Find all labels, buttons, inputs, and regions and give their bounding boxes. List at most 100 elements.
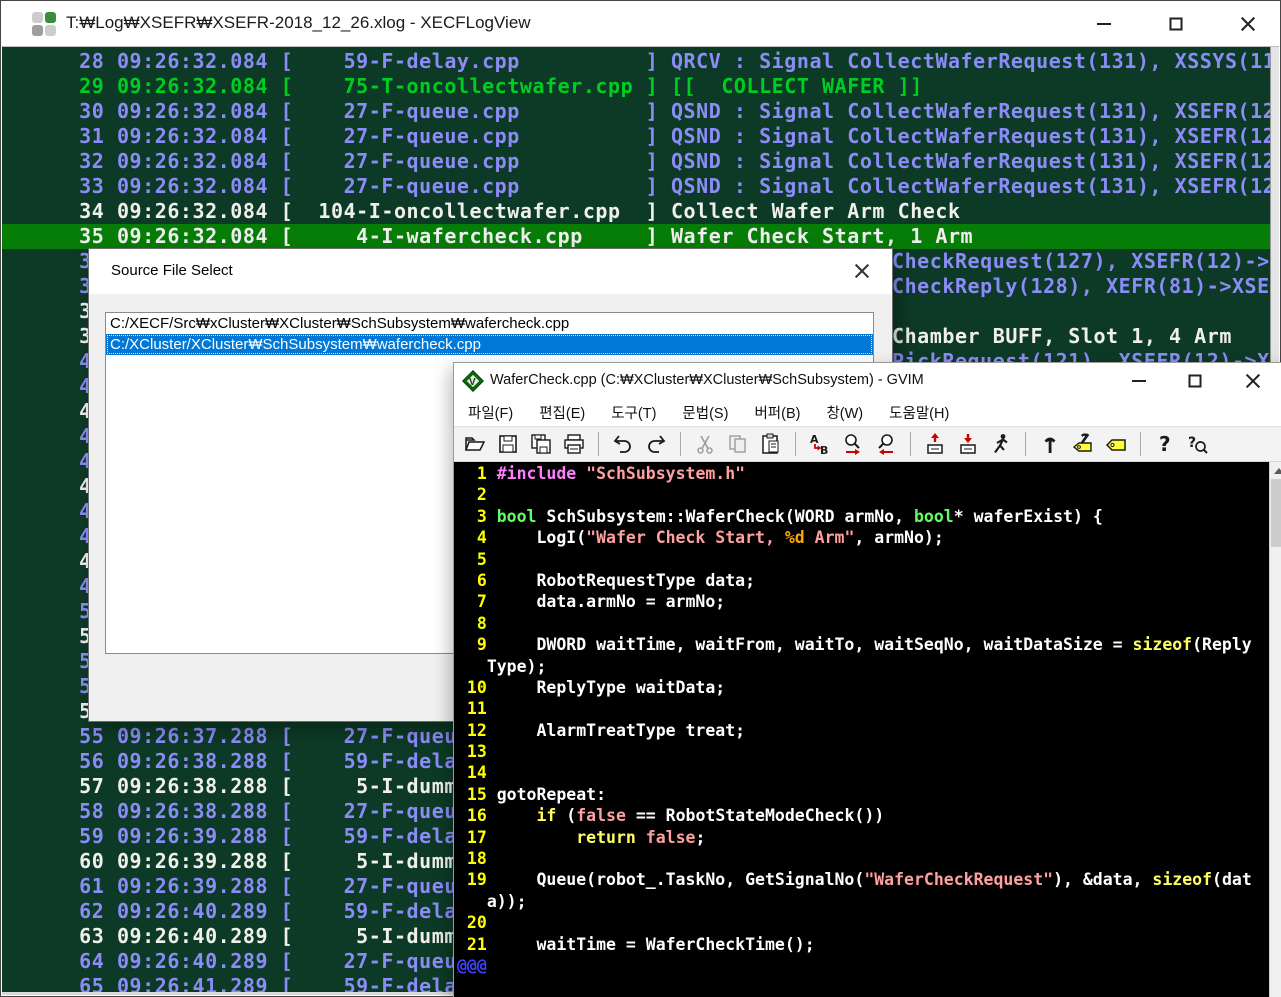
log-row-31[interactable]: 31 09:26:32.084 [ 27-F-queue.cpp ] QSND … [2,124,1270,149]
code-token: return [576,828,636,847]
code-token: RobotRequestType data; [497,571,755,590]
log-row-28[interactable]: 28 09:26:32.084 [ 59-F-delay.cpp ] QRCV … [2,49,1270,74]
line-number: 2 [457,485,497,504]
line-number: 17 [457,828,497,847]
line-number: 3 [457,507,497,526]
replace-icon: AB [808,432,832,456]
toolbar-button-replace[interactable]: AB [807,431,833,457]
toolbar-button-open[interactable] [462,431,488,457]
make-icon [1038,432,1062,456]
scroll-up-arrow-icon[interactable] [1270,462,1281,479]
code-line: 10 ReplyType waitData; [457,677,1268,698]
toolbar-separator [1025,432,1026,456]
line-number: 13 [457,742,497,761]
toolbar-button-find-prev[interactable] [873,431,899,457]
log-row-32[interactable]: 32 09:26:32.084 [ 27-F-queue.cpp ] QSND … [2,149,1270,174]
find-help-icon: ? [1186,432,1210,456]
gvim-menu-item-5[interactable]: 버퍼(B) [754,402,800,423]
log-row-text: 33 09:26:32.084 [ 27-F-queue.cpp ] QSND … [54,174,1270,199]
gvim-menu-item-7[interactable]: 도움말(H) [889,402,949,423]
log-row-text: 4 [54,399,92,424]
code-token: sizeof [1152,870,1212,889]
code-token: ; [695,828,705,847]
code-line: 21 waitTime = WaferCheckTime(); [457,934,1268,955]
toolbar-button-find-help[interactable]: ? [1185,431,1211,457]
toolbar-button-undo[interactable] [610,431,636,457]
code-token: AlarmTreatType treat; [497,721,745,740]
code-token: (Reply [1192,635,1252,654]
toolbar-button-copy[interactable] [725,431,751,457]
log-row-text: 32 09:26:32.084 [ 27-F-queue.cpp ] QSND … [54,149,1270,174]
toolbar-button-print[interactable] [561,431,587,457]
toolbar-separator [680,432,681,456]
toolbar-button-find-next[interactable] [840,431,866,457]
toolbar-button-redo[interactable] [643,431,669,457]
toolbar-button-save-all[interactable] [528,431,554,457]
toolbar-button-save[interactable] [495,431,521,457]
code-token [576,464,586,483]
toolbar-button-session-load[interactable] [922,431,948,457]
build-tags-icon [1071,432,1095,456]
log-row-34[interactable]: 34 09:26:32.084 [ 104-I-oncollectwafer.c… [2,199,1270,224]
undo-icon [611,432,635,456]
log-row-29[interactable]: 29 09:26:32.084 [ 75-T-oncollectwafer.cp… [2,74,1270,99]
toolbar-button-help[interactable]: ? [1152,431,1178,457]
file-list-item-2[interactable]: C:/XCluster/XCluster₩SchSubsystem₩waferc… [106,334,873,355]
code-line: 13 [457,741,1268,762]
code-token [497,828,576,847]
scrollbar-thumb[interactable] [1271,479,1281,547]
code-token: waitTime = WaferCheckTime(); [497,935,815,954]
toolbar-button-build-tags[interactable] [1070,431,1096,457]
toolbar-button-make[interactable] [1037,431,1063,457]
log-row-text: 4 [54,499,92,524]
logview-maximize-button[interactable] [1153,9,1199,39]
logview-minimize-button[interactable] [1081,9,1127,39]
dialog-close-button[interactable] [842,256,882,286]
file-list-item-1[interactable]: C:/XECF/Src₩xCluster₩XCluster₩SchSubsyst… [106,313,873,334]
toolbar-button-paste[interactable] [758,431,784,457]
gvim-maximize-button[interactable] [1172,366,1218,396]
code-line: 12 AlarmTreatType treat; [457,720,1268,741]
log-row-text: 57 09:26:38.288 [ 5-I-dummy [54,774,470,799]
code-token: false [646,828,696,847]
gvim-minimize-button[interactable] [1116,366,1162,396]
line-number: 7 [457,592,497,611]
toolbar-button-run-script[interactable] [988,431,1014,457]
log-row-33[interactable]: 33 09:26:32.084 [ 27-F-queue.cpp ] QSND … [2,174,1270,199]
logview-titlebar[interactable]: T:₩Log₩XSEFR₩XSEFR-2018_12_26.xlog - XEC… [2,1,1279,47]
gvim-menu-item-6[interactable]: 창(W) [826,402,863,423]
line-number: 20 [457,913,497,932]
gvim-close-button[interactable] [1230,366,1276,396]
code-line: a)); [457,891,1268,912]
code-token: "Wafer Check Start, [586,528,785,547]
gvim-menu-item-3[interactable]: 도구(T) [611,402,656,423]
gvim-menu-item-2[interactable]: 편집(E) [539,402,585,423]
log-row-text: 4 [54,449,92,474]
log-row-35[interactable]: 35 09:26:32.084 [ 4-I-wafercheck.cpp ] W… [2,224,1270,249]
minimize-icon [1097,23,1111,25]
gvim-titlebar[interactable]: V WaferCheck.cpp (C:₩XCluster₩XCluster₩S… [454,363,1281,399]
code-token: data.armNo = armNo; [497,592,725,611]
session-load-icon [923,432,947,456]
log-row-text: 3 [54,299,92,324]
gvim-code: 1 #include "SchSubsystem.h" 2 3 bool Sch… [457,463,1268,997]
log-row-text: 63 09:26:40.289 [ 5-I-dummy [54,924,470,949]
dialog-titlebar[interactable]: Source File Select [89,249,892,294]
log-row-text: 55 09:26:37.288 [ 27-F-queue [54,724,470,749]
save-icon [496,432,520,456]
gvim-menu-item-1[interactable]: 파일(F) [468,402,513,423]
toolbar-button-tag-jump[interactable] [1103,431,1129,457]
code-line: 19 Queue(robot_.TaskNo, GetSignalNo("Waf… [457,869,1268,890]
close-icon [854,263,870,279]
toolbar-button-cut[interactable] [692,431,718,457]
gvim-scrollbar[interactable] [1269,462,1281,997]
logview-close-button[interactable] [1225,9,1271,39]
log-row-30[interactable]: 30 09:26:32.084 [ 27-F-queue.cpp ] QSND … [2,99,1270,124]
toolbar-button-session-save[interactable] [955,431,981,457]
line-number: 8 [457,614,497,633]
gvim-menu-item-4[interactable]: 문법(S) [682,402,728,423]
toolbar-separator [598,432,599,456]
log-row-text: 35 09:26:32.084 [ 4-I-wafercheck.cpp ] W… [54,224,973,249]
code-token: false [576,806,626,825]
gvim-text-area[interactable]: 1 #include "SchSubsystem.h" 2 3 bool Sch… [454,462,1281,997]
